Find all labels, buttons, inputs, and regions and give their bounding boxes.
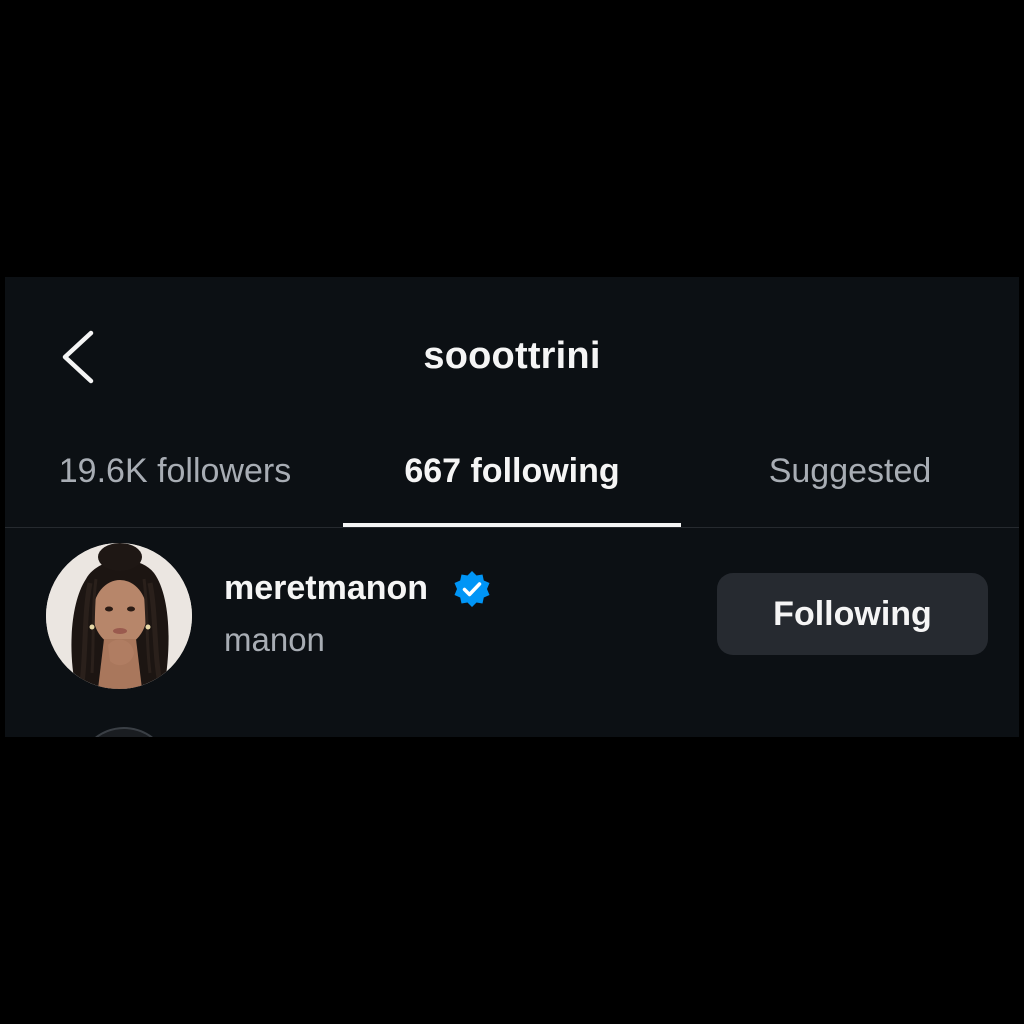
page-title: sooottrini bbox=[423, 335, 601, 377]
tab-bar: 19.6K followers 667 following Suggested bbox=[5, 437, 1019, 528]
verified-badge-icon bbox=[454, 571, 490, 607]
avatar[interactable] bbox=[77, 727, 171, 737]
avatar-image bbox=[46, 543, 192, 689]
username[interactable]: meretmanon bbox=[224, 569, 428, 608]
tab-following[interactable]: 667 following bbox=[343, 449, 681, 529]
tab-suggested[interactable]: Suggested bbox=[685, 449, 1015, 529]
active-tab-indicator bbox=[343, 523, 681, 527]
following-button[interactable]: Following bbox=[717, 573, 988, 655]
full-name: manon bbox=[224, 621, 325, 658]
header: sooottrini bbox=[5, 277, 1019, 437]
following-list-screen: sooottrini 19.6K followers 667 following… bbox=[5, 277, 1019, 737]
tab-followers[interactable]: 19.6K followers bbox=[15, 449, 335, 529]
list-item[interactable]: meretmanon manon Following bbox=[5, 539, 1019, 689]
avatar[interactable] bbox=[46, 543, 192, 689]
